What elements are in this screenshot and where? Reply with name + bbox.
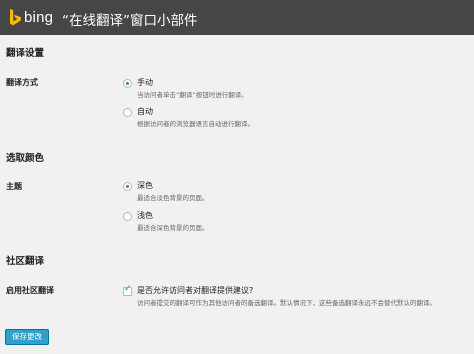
option-label: 自动 [137,107,153,116]
option-label: 深色 [137,181,153,190]
community-checkbox[interactable]: ✓ [123,284,132,296]
checkmark-icon: ✓ [124,284,132,294]
theme-label: 主题 [6,182,22,191]
translation-mode-label: 翻译方式 [6,78,38,87]
save-button[interactable]: 保存更改 [5,329,49,345]
radio-dark[interactable] [123,182,132,191]
bing-logo-icon [10,9,21,26]
option-description: 访问者提交的翻译可作为其他访问者的备选翻译。默认情况下，这些备选翻译永远不会替代… [137,299,436,307]
checkbox-label: 是否允许访问者对翻译提供建议? [137,286,254,295]
radio-manual[interactable] [123,79,132,88]
option-automatic[interactable]: 自动 根据访问者的浏览器语言自动进行翻译。 [123,107,254,129]
logo-text: bing [24,9,54,26]
radio-light[interactable] [123,212,132,221]
option-label: 手动 [137,78,153,87]
app-header: bing “在线翻译”窗口小部件 [0,0,474,35]
section-title-translation: 翻译设置 [6,48,45,59]
option-description: 根据访问者的浏览器语言自动进行翻译。 [137,120,254,128]
option-community[interactable]: ✓ 是否允许访问者对翻译提供建议? 访问者提交的翻译可作为其他访问者的备选翻译。… [123,284,436,308]
bing-logo: bing [10,9,53,26]
option-description: 当访问者单击“翻译”按钮时进行翻译。 [137,91,248,99]
option-manual[interactable]: 手动 当访问者单击“翻译”按钮时进行翻译。 [123,78,248,100]
option-description: 最适合深色背景的页面。 [137,224,209,232]
page-title: “在线翻译”窗口小部件 [62,13,198,29]
option-label: 浅色 [137,211,153,220]
section-title-color: 选取颜色 [6,153,45,164]
option-description: 最适合淡色背景的页面。 [137,194,209,202]
radio-automatic[interactable] [123,108,132,117]
option-light[interactable]: 浅色 最适合深色背景的页面。 [123,211,209,233]
section-title-community: 社区翻译 [6,256,45,267]
community-label: 启用社区翻译 [6,286,54,295]
option-dark[interactable]: 深色 最适合淡色背景的页面。 [123,181,209,203]
